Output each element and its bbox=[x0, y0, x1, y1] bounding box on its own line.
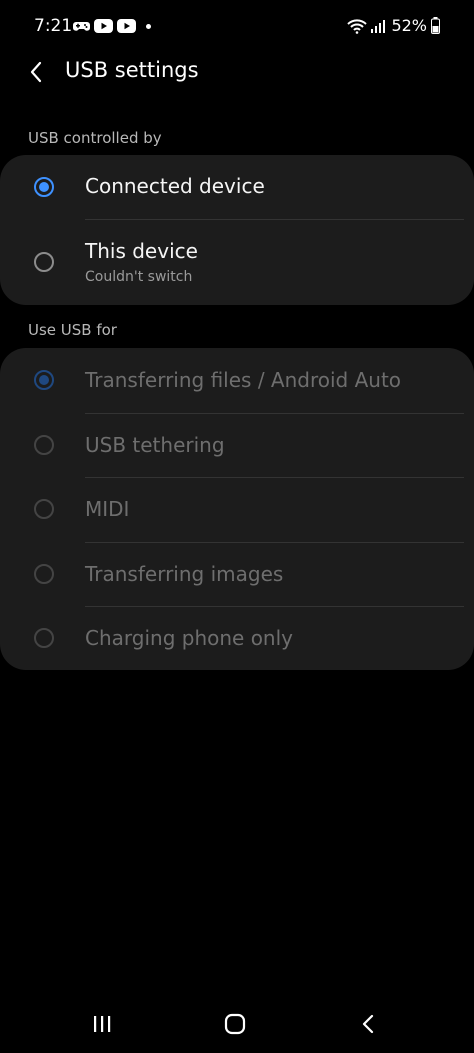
signal-icon bbox=[371, 19, 386, 33]
option-transferring-images[interactable]: Transferring images bbox=[0, 541, 474, 607]
controlled-by-card: Connected device This device Couldn't sw… bbox=[0, 155, 474, 305]
status-time: 7:21 bbox=[34, 16, 73, 36]
radio-button-selected[interactable] bbox=[34, 177, 54, 197]
option-label: MIDI bbox=[85, 497, 130, 521]
battery-percentage: 52% bbox=[391, 16, 427, 35]
game-controller-icon bbox=[73, 22, 90, 31]
option-label: This device bbox=[85, 239, 198, 263]
option-label: Transferring files / Android Auto bbox=[85, 368, 402, 392]
nav-back-button[interactable] bbox=[348, 1009, 388, 1039]
option-charging-only[interactable]: Charging phone only bbox=[0, 606, 474, 670]
recent-apps-icon bbox=[94, 1016, 111, 1032]
radio-button[interactable] bbox=[34, 499, 54, 519]
option-label: Connected device bbox=[85, 174, 265, 198]
page-title: USB settings bbox=[65, 58, 199, 82]
youtube-icon bbox=[94, 19, 113, 33]
option-subtitle: Couldn't switch bbox=[85, 269, 193, 285]
radio-button[interactable] bbox=[34, 628, 54, 648]
option-label: Transferring images bbox=[85, 561, 284, 586]
radio-button[interactable] bbox=[34, 434, 54, 455]
battery-icon bbox=[431, 17, 440, 34]
option-transferring-files[interactable]: Transferring files / Android Auto bbox=[0, 348, 474, 413]
youtube-icon bbox=[117, 19, 136, 33]
use-usb-for-card: Transferring files / Android Auto USB te… bbox=[0, 348, 474, 670]
radio-button[interactable] bbox=[34, 252, 54, 272]
option-this-device[interactable]: This device Couldn't switch bbox=[0, 219, 474, 305]
system-status: 52% bbox=[347, 16, 440, 35]
back-arrow-icon bbox=[30, 61, 42, 83]
back-button[interactable] bbox=[20, 56, 52, 88]
home-icon bbox=[224, 1013, 246, 1035]
home-button[interactable] bbox=[215, 1009, 255, 1039]
option-usb-tethering[interactable]: USB tethering bbox=[0, 412, 474, 478]
header: USB settings bbox=[0, 48, 474, 96]
notification-icons bbox=[73, 19, 151, 33]
option-connected-device[interactable]: Connected device bbox=[0, 155, 474, 219]
back-icon bbox=[362, 1014, 374, 1034]
more-notifications-dot bbox=[146, 23, 151, 29]
section-header-controlled-by: USB controlled by bbox=[28, 129, 162, 147]
recent-apps-button[interactable] bbox=[82, 1009, 122, 1039]
section-header-use-for: Use USB for bbox=[28, 321, 117, 339]
option-label: Charging phone only bbox=[85, 626, 293, 650]
option-label: USB tethering bbox=[85, 432, 225, 457]
radio-button[interactable] bbox=[34, 563, 54, 584]
radio-button-selected[interactable] bbox=[34, 370, 54, 390]
navigation-bar bbox=[0, 997, 474, 1053]
option-midi[interactable]: MIDI bbox=[0, 477, 474, 542]
wifi-icon bbox=[347, 18, 368, 34]
